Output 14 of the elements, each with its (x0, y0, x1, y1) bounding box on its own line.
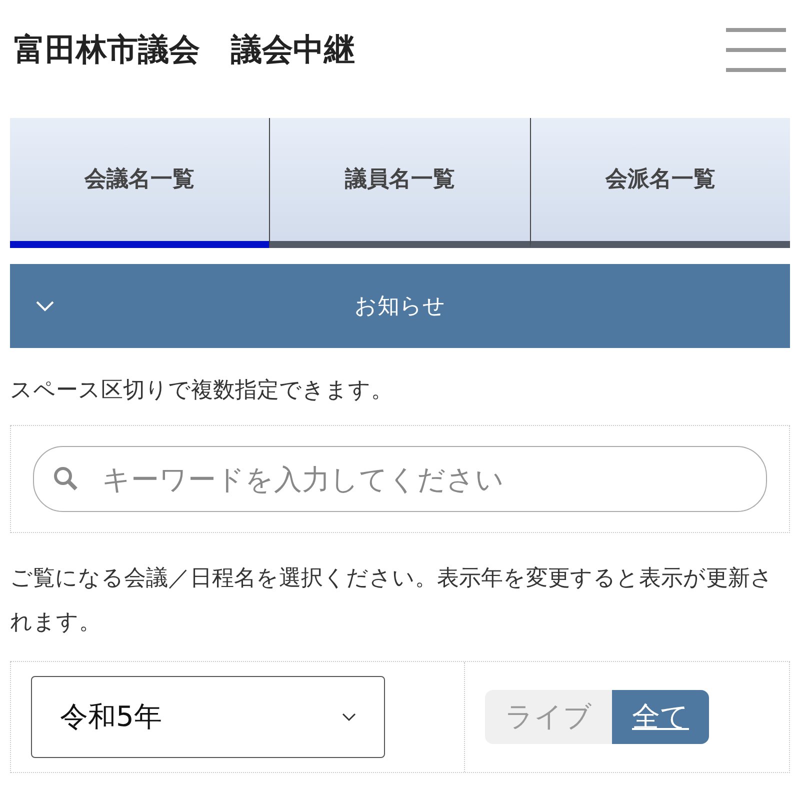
menu-icon[interactable] (726, 26, 786, 74)
tab[interactable]: 会派名一覧 (530, 118, 790, 248)
search-hint: スペース区切りで複数指定できます。 (9, 377, 394, 405)
search-field[interactable]: キーワードを入力してください (33, 446, 767, 512)
filter-toggle[interactable]: 全て (612, 690, 709, 744)
notice-bar[interactable]: お知らせ (10, 264, 790, 348)
chevron-icon (342, 712, 356, 722)
select-hint: ご覧になる会議／日程名を選択ください。表示年を変更すると表示が更新されます。 (9, 565, 774, 637)
year-select[interactable]: 令和5年 (31, 676, 385, 758)
site-title: 富田林市議会 議会中継 (14, 30, 355, 70)
tab[interactable]: 会議名一覧 (10, 118, 270, 248)
chevron-icon (36, 300, 54, 312)
tab[interactable]: 議員名一覧 (269, 118, 530, 248)
search-icon (53, 466, 79, 492)
